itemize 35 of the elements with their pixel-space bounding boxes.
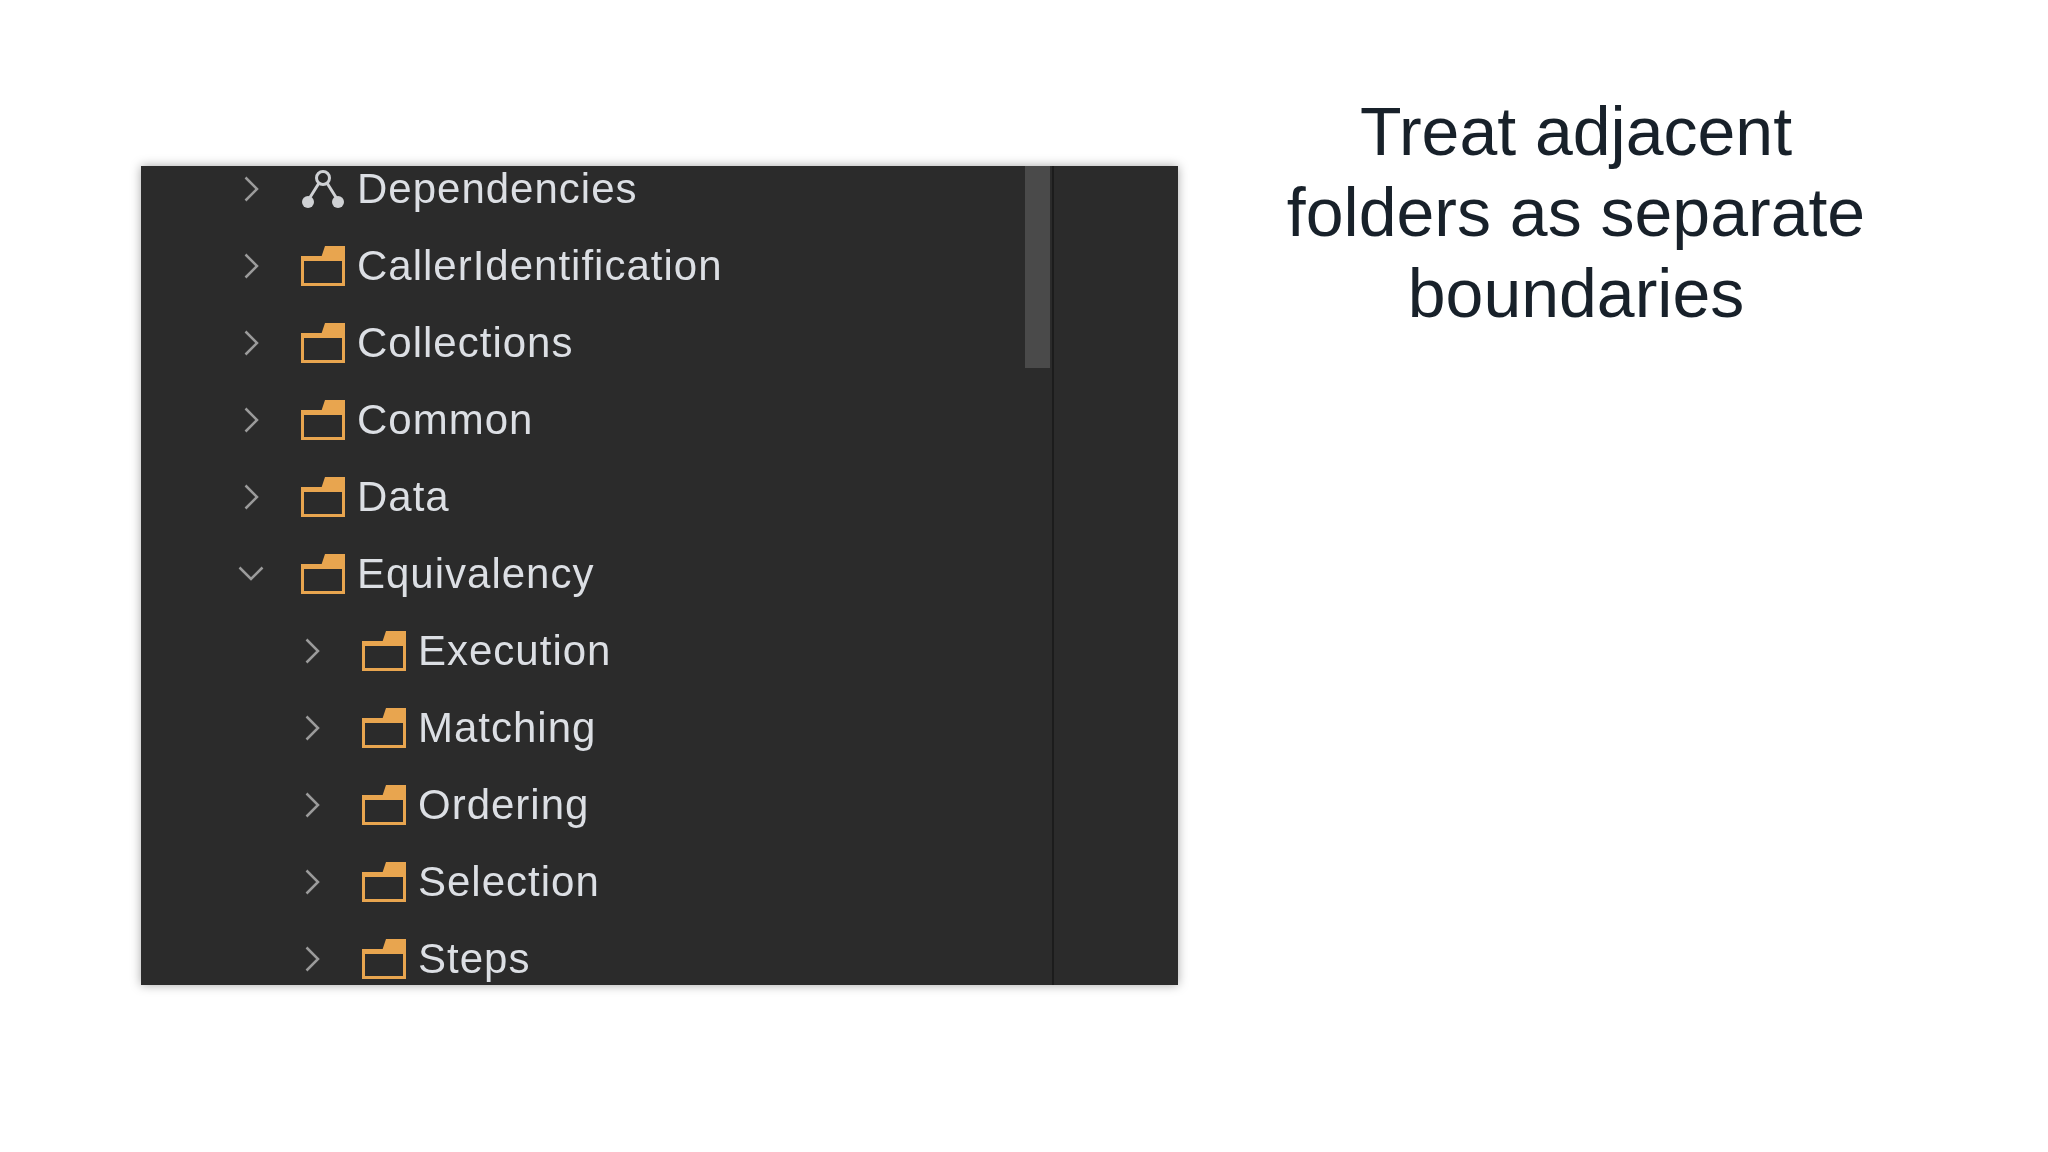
chevron-down-icon[interactable] <box>238 566 264 581</box>
tree-item[interactable]: Equivalency <box>357 552 595 595</box>
folder-icon <box>362 861 406 902</box>
folder-icon <box>362 707 406 748</box>
chevron-right-icon[interactable] <box>304 868 320 895</box>
folder-icon <box>362 938 406 979</box>
folder-icon <box>301 322 345 363</box>
folder-icon <box>362 630 406 671</box>
chevron-right-icon[interactable] <box>304 714 320 741</box>
slide-heading: Treat adjacent folders as separate boundaries <box>1285 92 1867 333</box>
tree-item[interactable]: Data <box>357 475 450 518</box>
chevron-right-icon[interactable] <box>304 637 320 664</box>
chevron-right-icon[interactable] <box>304 945 320 972</box>
tree-item[interactable]: Collections <box>357 321 574 364</box>
chevron-right-icon[interactable] <box>243 329 259 356</box>
scrollbar-thumb[interactable] <box>1025 166 1050 368</box>
folder-icon <box>301 553 345 594</box>
folder-icon <box>362 784 406 825</box>
chevron-right-icon[interactable] <box>243 252 259 279</box>
tree-item[interactable]: Steps <box>418 937 531 980</box>
chevron-right-icon[interactable] <box>243 483 259 510</box>
tree-item[interactable]: CallerIdentification <box>357 244 723 287</box>
tree-item[interactable]: Selection <box>418 860 600 903</box>
tree-item[interactable]: Common <box>357 398 534 441</box>
folder-icon <box>301 245 345 286</box>
tree-item[interactable]: Execution <box>418 629 612 672</box>
tree-item[interactable]: Matching <box>418 706 597 749</box>
chevron-right-icon[interactable] <box>304 791 320 818</box>
tree-item[interactable]: Ordering <box>418 783 590 826</box>
folder-icon <box>301 476 345 517</box>
chevron-right-icon[interactable] <box>243 406 259 433</box>
node-graph-icon <box>301 168 345 209</box>
folder-icon <box>301 399 345 440</box>
chevron-right-icon[interactable] <box>243 175 259 202</box>
tree-item[interactable]: Dependencies <box>357 167 638 210</box>
